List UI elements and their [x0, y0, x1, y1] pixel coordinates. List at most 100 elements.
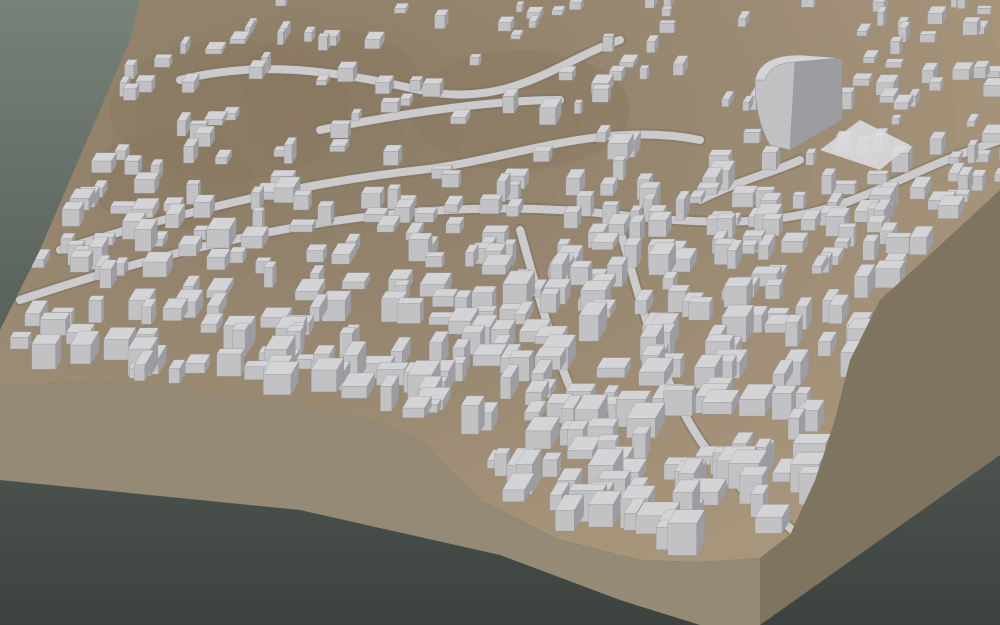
building: [375, 74, 395, 95]
building: [422, 77, 444, 98]
building: [761, 145, 781, 171]
building: [538, 97, 562, 126]
building: [967, 139, 979, 164]
building: [317, 32, 330, 51]
building: [891, 114, 902, 126]
building: [639, 64, 650, 80]
building: [123, 82, 140, 101]
building: [588, 490, 622, 528]
building: [380, 97, 402, 113]
building: [39, 311, 71, 336]
building: [937, 195, 965, 220]
building: [337, 61, 358, 83]
building: [743, 128, 762, 144]
building: [765, 278, 784, 300]
building: [263, 260, 277, 289]
building: [962, 16, 981, 36]
building: [792, 191, 807, 210]
building: [876, 6, 888, 27]
building: [142, 251, 174, 278]
building: [784, 314, 803, 348]
building: [801, 0, 817, 8]
building: [563, 205, 582, 229]
building: [927, 5, 947, 25]
building: [445, 216, 465, 234]
building: [971, 169, 987, 192]
building: [469, 53, 482, 66]
building: [663, 384, 696, 417]
building: [805, 147, 817, 166]
building: [573, 99, 584, 115]
building: [647, 211, 672, 238]
building: [497, 15, 515, 32]
building: [976, 5, 993, 15]
building: [409, 75, 424, 92]
building: [602, 33, 615, 53]
building: [780, 231, 809, 254]
building: [502, 270, 536, 308]
building: [502, 88, 519, 114]
building: [661, 5, 673, 17]
building: [306, 243, 328, 263]
model-viewport[interactable]: [0, 0, 1000, 625]
building: [178, 235, 203, 257]
building: [383, 144, 403, 166]
building: [240, 225, 269, 250]
building: [394, 2, 410, 14]
building: [293, 189, 313, 211]
building: [9, 331, 32, 350]
building: [341, 272, 371, 290]
building: [289, 218, 317, 233]
building: [569, 0, 585, 11]
building: [69, 249, 94, 273]
building: [701, 389, 740, 415]
building: [434, 8, 449, 30]
building: [31, 333, 62, 370]
building: [754, 503, 791, 534]
building: [248, 59, 267, 80]
building: [441, 169, 462, 189]
building: [124, 154, 143, 176]
building: [216, 348, 245, 377]
building: [263, 360, 299, 396]
building: [91, 152, 117, 174]
building: [862, 234, 880, 261]
building: [479, 193, 503, 215]
building: [741, 239, 759, 255]
building: [134, 218, 158, 252]
building: [540, 287, 561, 314]
building: [631, 425, 651, 459]
building: [133, 171, 160, 194]
building: [229, 246, 247, 264]
building: [951, 61, 975, 81]
building: [61, 201, 85, 227]
building: [532, 145, 553, 163]
building: [310, 357, 345, 393]
building: [193, 194, 215, 219]
building: [852, 72, 873, 87]
building: [277, 27, 286, 46]
building: [929, 131, 947, 156]
building: [919, 30, 938, 44]
building: [833, 179, 858, 195]
building: [591, 84, 611, 103]
building: [973, 60, 990, 79]
building: [250, 185, 264, 211]
building: [154, 53, 173, 68]
building: [885, 232, 912, 254]
building: [460, 395, 485, 435]
building: [821, 167, 837, 196]
building: [607, 133, 634, 161]
building: [648, 242, 677, 276]
building: [885, 58, 904, 69]
building: [184, 353, 211, 374]
building: [206, 248, 231, 271]
building: [889, 36, 903, 55]
building: [206, 217, 237, 249]
building: [596, 357, 632, 379]
building: [659, 19, 677, 34]
building: [688, 296, 714, 321]
building: [558, 65, 577, 81]
building: [541, 451, 562, 478]
building: [329, 138, 350, 153]
